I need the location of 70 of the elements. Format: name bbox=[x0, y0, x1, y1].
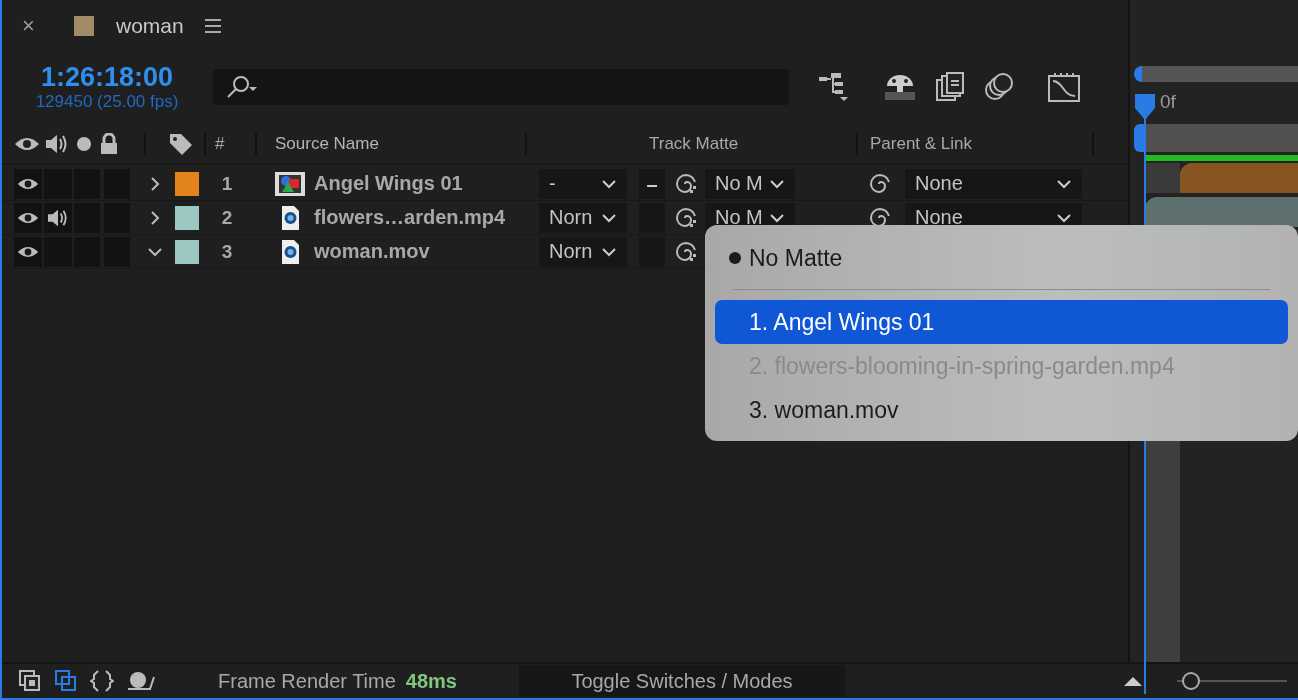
film-frames-icon[interactable] bbox=[935, 72, 965, 102]
zoom-slider-thumb[interactable] bbox=[1181, 672, 1200, 690]
preserve-transparency-toggle[interactable]: – bbox=[639, 168, 665, 199]
time-ruler-label: 0f bbox=[1160, 91, 1176, 113]
panel-title[interactable]: woman bbox=[116, 14, 184, 38]
overlap-squares-icon[interactable] bbox=[54, 669, 78, 693]
layer-name[interactable]: Angel Wings 01 bbox=[314, 172, 539, 195]
column-header[interactable]: Parent & Link bbox=[870, 134, 1092, 154]
column-header[interactable]: # bbox=[215, 134, 255, 154]
menu-icon[interactable] bbox=[203, 19, 222, 33]
blend-mode-dropdown[interactable]: - bbox=[539, 168, 627, 199]
video-switch[interactable] bbox=[14, 168, 42, 199]
layer-name[interactable]: flowers…arden.mp4 bbox=[314, 206, 539, 229]
blend-mode-dropdown[interactable]: Norn bbox=[539, 236, 627, 267]
eye-icon bbox=[17, 176, 39, 191]
shy-layers-icon[interactable] bbox=[883, 72, 917, 102]
render-time-value: 48ms bbox=[405, 669, 457, 693]
label-swatch[interactable] bbox=[175, 205, 199, 230]
eye-icon bbox=[17, 244, 39, 259]
eye-icon[interactable] bbox=[14, 136, 40, 152]
mountain-icon[interactable] bbox=[1123, 675, 1143, 687]
parent-dropdown[interactable]: None bbox=[905, 168, 1082, 199]
track-matte-dropdown[interactable]: No M bbox=[705, 168, 795, 199]
label-swatch[interactable] bbox=[175, 239, 199, 264]
motion-blur-icon[interactable] bbox=[983, 72, 1015, 102]
chevron-down-icon bbox=[601, 212, 617, 223]
search-icon bbox=[225, 75, 259, 99]
column-header[interactable]: Track Matte bbox=[649, 134, 856, 154]
composition-swatch bbox=[74, 16, 94, 36]
close-button[interactable]: × bbox=[22, 13, 42, 39]
pick-whip-icon[interactable] bbox=[867, 171, 893, 196]
audio-switch[interactable] bbox=[44, 202, 72, 233]
chevron-down-icon bbox=[601, 178, 617, 189]
layer-name[interactable]: woman.mov bbox=[314, 240, 539, 263]
snail-icon[interactable] bbox=[126, 669, 156, 693]
layer-duration-bar[interactable] bbox=[1145, 197, 1298, 227]
chevron-down-icon bbox=[769, 178, 785, 189]
label-swatch[interactable] bbox=[175, 171, 199, 196]
video-switch[interactable] bbox=[14, 236, 42, 267]
eye-icon bbox=[17, 210, 39, 225]
composition-icon bbox=[274, 170, 306, 197]
column-header[interactable]: Source Name bbox=[275, 134, 525, 154]
toggle-switches-button[interactable]: Toggle Switches / Modes bbox=[519, 665, 845, 697]
pick-whip-icon[interactable] bbox=[673, 205, 699, 230]
speaker-icon bbox=[46, 207, 70, 228]
video-switch[interactable] bbox=[14, 202, 42, 233]
graph-editor-icon[interactable] bbox=[1047, 71, 1081, 103]
composition-nest-icon[interactable] bbox=[18, 669, 42, 693]
solo-icon[interactable] bbox=[74, 136, 94, 152]
timecode[interactable]: 1:26:18:00 bbox=[40, 62, 174, 92]
braces-icon[interactable] bbox=[90, 669, 114, 693]
chevron-down-icon bbox=[1056, 178, 1072, 189]
layer-number: 3 bbox=[220, 240, 234, 263]
menu-item[interactable]: 3. woman.mov bbox=[715, 388, 1288, 432]
frame-info: 129450 (25.00 fps) bbox=[35, 92, 179, 112]
layer-number: 1 bbox=[220, 172, 234, 195]
blend-mode-dropdown[interactable]: Norn bbox=[539, 202, 627, 233]
render-time-label: Frame Render Time bbox=[218, 669, 396, 693]
layer-number: 2 bbox=[220, 206, 234, 229]
pick-whip-icon[interactable] bbox=[673, 239, 699, 264]
chevron-down-icon bbox=[769, 212, 785, 223]
pick-whip-icon[interactable] bbox=[673, 171, 699, 196]
search-field[interactable] bbox=[213, 69, 789, 105]
menu-item[interactable]: 1. Angel Wings 01 bbox=[715, 300, 1288, 344]
chevron-down-icon bbox=[601, 246, 617, 257]
chevron-down-icon bbox=[1056, 212, 1072, 223]
flowchart-icon[interactable] bbox=[817, 71, 851, 103]
lock-icon[interactable] bbox=[98, 133, 120, 155]
label-tag-icon[interactable] bbox=[168, 132, 194, 156]
menu-item[interactable]: No Matte bbox=[715, 241, 1288, 275]
